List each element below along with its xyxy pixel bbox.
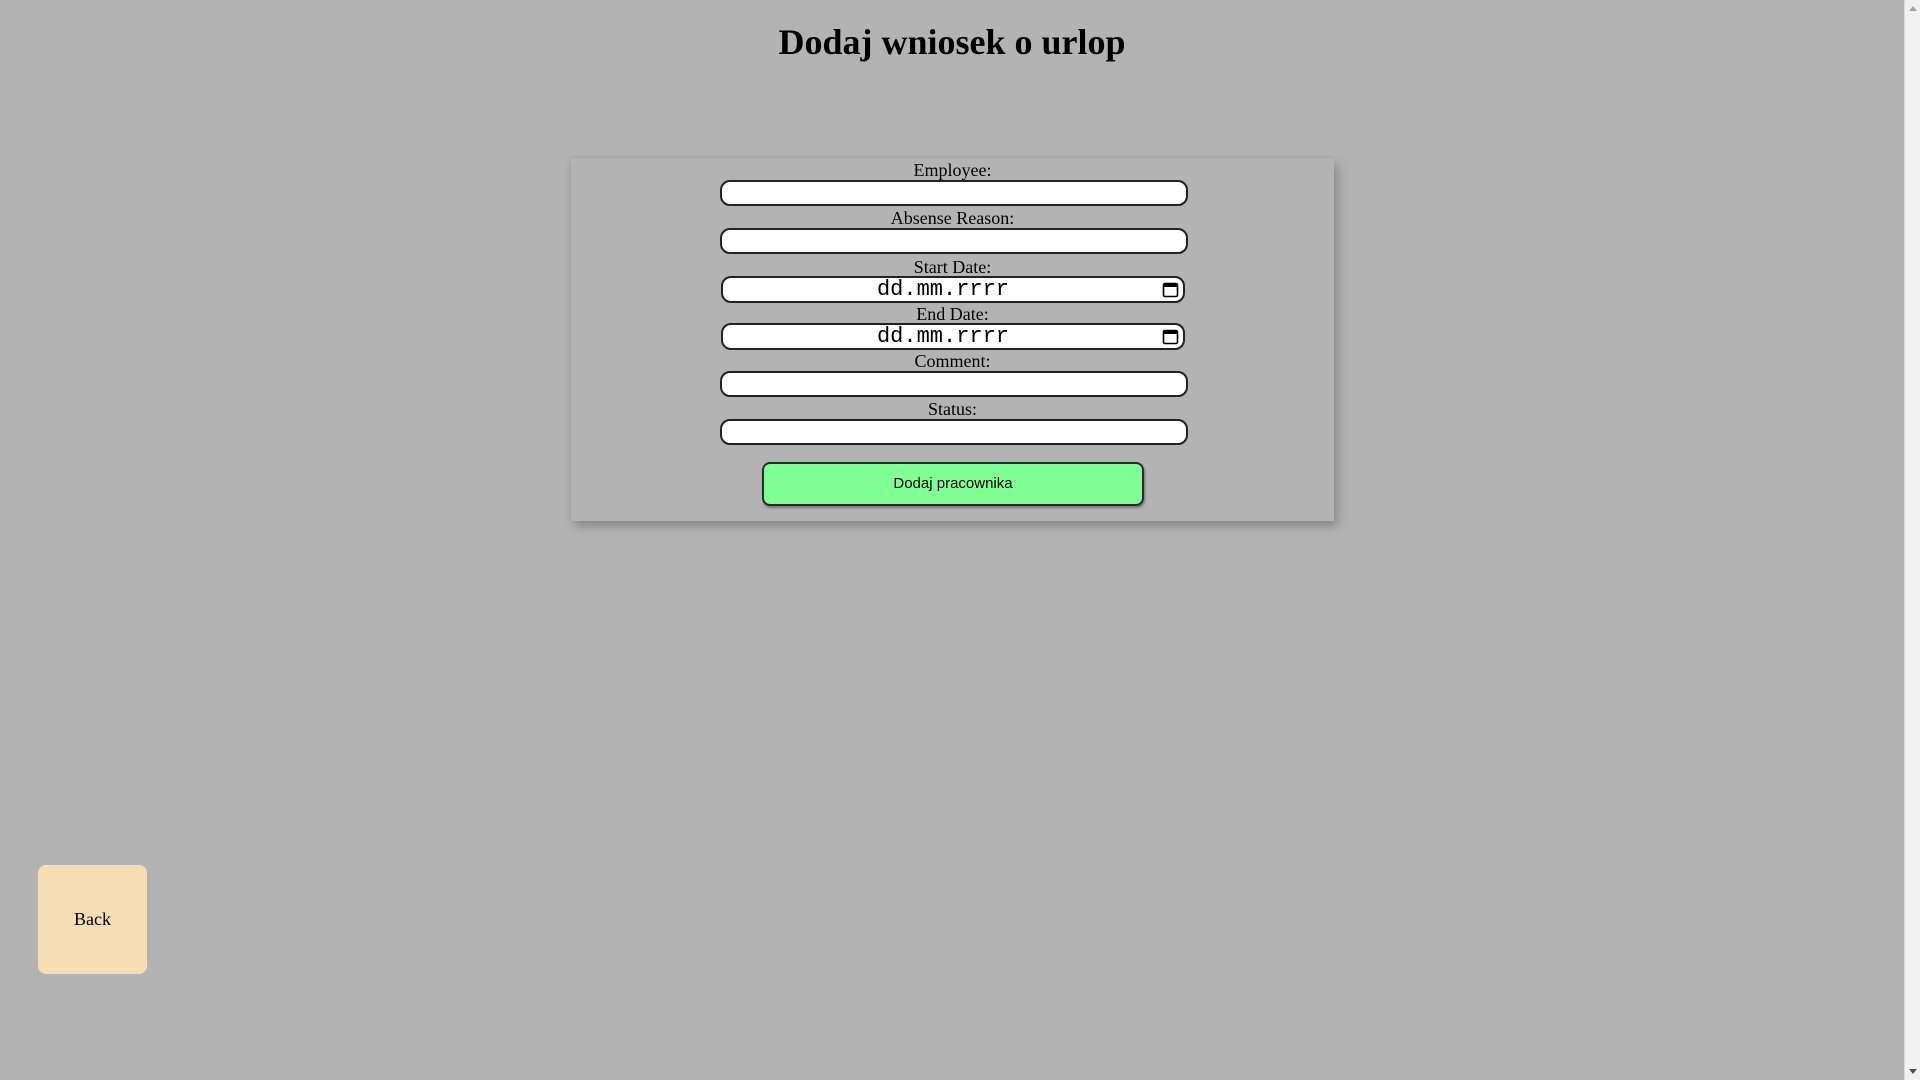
start-date-input[interactable]: dd.mm.rrrr — [721, 276, 1185, 303]
end-date-input[interactable]: dd.mm.rrrr — [721, 323, 1185, 350]
vertical-scrollbar[interactable] — [1904, 0, 1920, 1080]
scroll-up-arrow-icon[interactable] — [1909, 6, 1917, 11]
add-request-button[interactable]: Dodaj pracownika — [762, 462, 1144, 506]
end-date-placeholder: dd.mm.rrrr — [876, 324, 1010, 349]
start-date-label: Start Date: — [913, 257, 992, 277]
comment-input[interactable] — [720, 371, 1188, 397]
calendar-icon[interactable] — [1162, 281, 1179, 298]
page: Dodaj wniosek o urlop Employee: Absense … — [0, 0, 1904, 1080]
start-date-placeholder: dd.mm.rrrr — [876, 277, 1010, 302]
absence-reason-input[interactable] — [720, 228, 1188, 254]
page-title: Dodaj wniosek o urlop — [778, 22, 1126, 62]
end-date-label: End Date: — [916, 304, 989, 324]
comment-label: Comment: — [914, 351, 991, 371]
leave-request-form: Employee: Absense Reason: Start Date: dd… — [571, 158, 1334, 521]
back-button[interactable]: Back — [38, 865, 147, 974]
status-input[interactable] — [720, 419, 1188, 445]
absence-reason-label: Absense Reason: — [890, 208, 1015, 228]
employee-input[interactable] — [720, 180, 1188, 206]
calendar-icon[interactable] — [1162, 328, 1179, 345]
scroll-down-arrow-icon[interactable] — [1909, 1069, 1917, 1074]
status-label: Status: — [927, 399, 977, 419]
employee-label: Employee: — [913, 160, 992, 180]
